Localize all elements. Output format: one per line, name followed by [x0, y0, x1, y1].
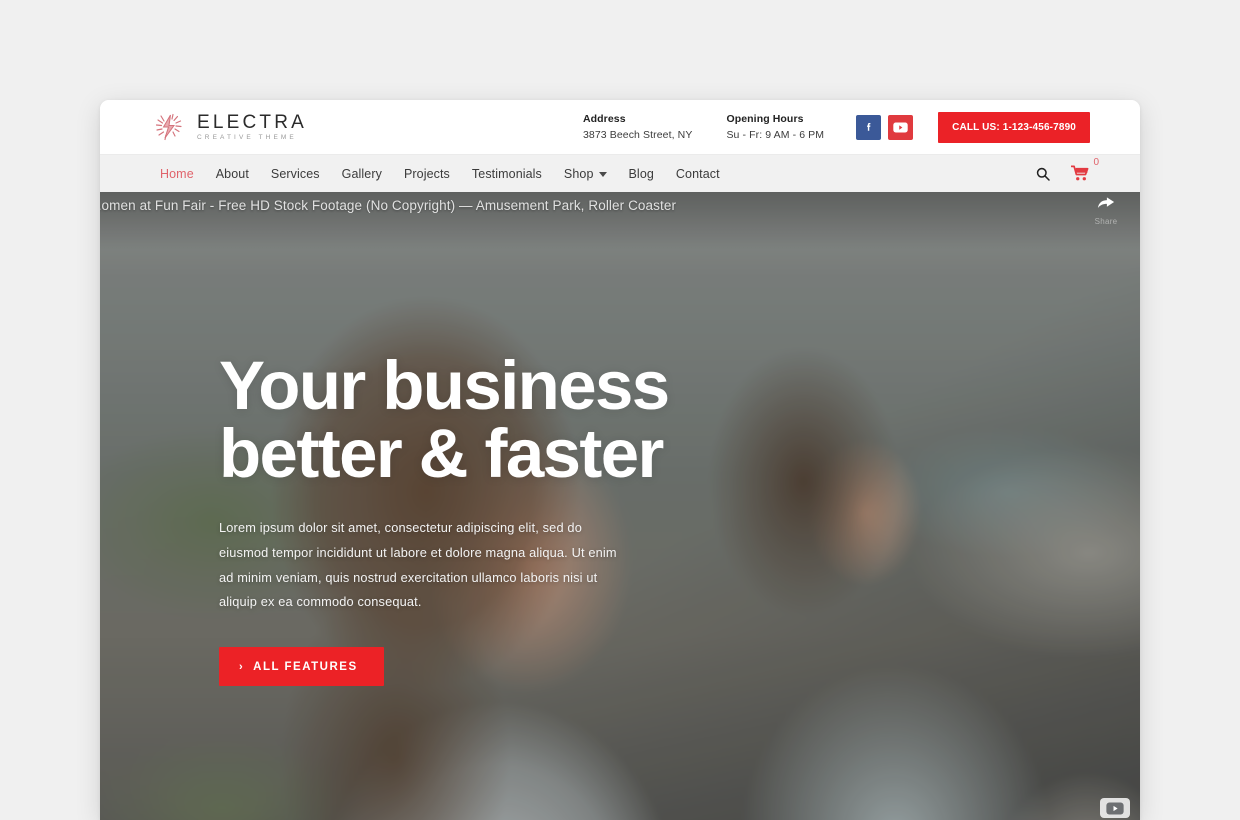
- shopping-cart-icon[interactable]: 0: [1071, 157, 1099, 182]
- nav-label: Testimonials: [471, 166, 542, 181]
- hero-paragraph: Lorem ipsum dolor sit amet, consectetur …: [219, 519, 617, 610]
- opening-hours-title: Opening Hours: [726, 112, 804, 125]
- nav-item-testimonials[interactable]: Testimonials: [461, 167, 553, 181]
- opening-hours-block: Opening Hours Su - Fr: 9 AM - 6 PM: [726, 112, 824, 142]
- site-logo[interactable]: ELECTRA CREATIVE THEME: [152, 110, 307, 144]
- call-us-button[interactable]: CALL US: 1-123-456-7890: [938, 111, 1090, 143]
- address-block: Address 3873 Beech Street, NY: [583, 112, 693, 142]
- nav-label: Projects: [403, 166, 450, 181]
- nav-item-projects[interactable]: Projects: [393, 167, 461, 181]
- opening-hours-value: Su - Fr: 9 AM - 6 PM: [726, 129, 825, 141]
- video-share-button[interactable]: Share: [1078, 196, 1134, 226]
- nav-label: Shop: [563, 166, 594, 181]
- nav-item-gallery[interactable]: Gallery: [331, 167, 393, 181]
- hero-title-line-1: Your business: [219, 347, 670, 424]
- address-title: Address: [582, 112, 626, 125]
- nav-actions: 0: [1035, 157, 1099, 182]
- cart-count-badge: 0: [1093, 157, 1099, 168]
- youtube-icon[interactable]: [888, 114, 914, 140]
- nav-label: Gallery: [341, 166, 382, 181]
- main-navigation: Home About Services Gallery Projects Tes…: [100, 154, 1140, 192]
- nav-item-shop[interactable]: Shop: [553, 167, 618, 181]
- facebook-icon[interactable]: [856, 114, 882, 140]
- electric-spark-logo-icon: [152, 110, 186, 144]
- chevron-down-icon: [598, 172, 607, 177]
- chevron-right-icon: ›: [239, 661, 245, 674]
- nav-item-contact[interactable]: Contact: [665, 167, 731, 181]
- nav-menu: Home About Services Gallery Projects Tes…: [152, 167, 731, 181]
- header-info-group: Address 3873 Beech Street, NY Opening Ho…: [583, 111, 1140, 143]
- nav-label: Contact: [675, 166, 720, 181]
- site-header: ELECTRA CREATIVE THEME Address 3873 Beec…: [100, 100, 1140, 154]
- nav-label: About: [215, 166, 249, 181]
- nav-item-blog[interactable]: Blog: [618, 167, 665, 181]
- youtube-watermark-icon[interactable]: [1100, 798, 1130, 818]
- browser-page: ELECTRA CREATIVE THEME Address 3873 Beec…: [100, 100, 1140, 820]
- video-title[interactable]: ...omen at Fun Fair - Free HD Stock Foot…: [100, 198, 1070, 213]
- all-features-label: ALL FEATURES: [253, 661, 358, 674]
- search-icon[interactable]: [1035, 166, 1051, 182]
- nav-item-services[interactable]: Services: [260, 167, 331, 181]
- share-arrow-icon: [1097, 197, 1115, 208]
- nav-label: Home: [160, 166, 194, 181]
- brand-name: ELECTRA: [197, 111, 308, 133]
- nav-item-home[interactable]: Home: [152, 167, 205, 181]
- brand-tagline: CREATIVE THEME: [197, 133, 297, 141]
- hero-title: Your business better & faster: [219, 351, 779, 493]
- nav-label: Services: [270, 166, 320, 181]
- address-value: 3873 Beech Street, NY: [582, 129, 693, 141]
- social-links: [856, 114, 914, 140]
- nav-label: Blog: [628, 166, 654, 181]
- video-share-label: Share: [1094, 217, 1118, 226]
- hero-video-section[interactable]: ...omen at Fun Fair - Free HD Stock Foot…: [100, 192, 1140, 820]
- hero-content: Your business better & faster Lorem ipsu…: [219, 351, 779, 687]
- hero-title-line-2: better & faster: [219, 415, 664, 493]
- nav-item-about[interactable]: About: [205, 167, 260, 181]
- all-features-button[interactable]: › ALL FEATURES: [219, 647, 384, 687]
